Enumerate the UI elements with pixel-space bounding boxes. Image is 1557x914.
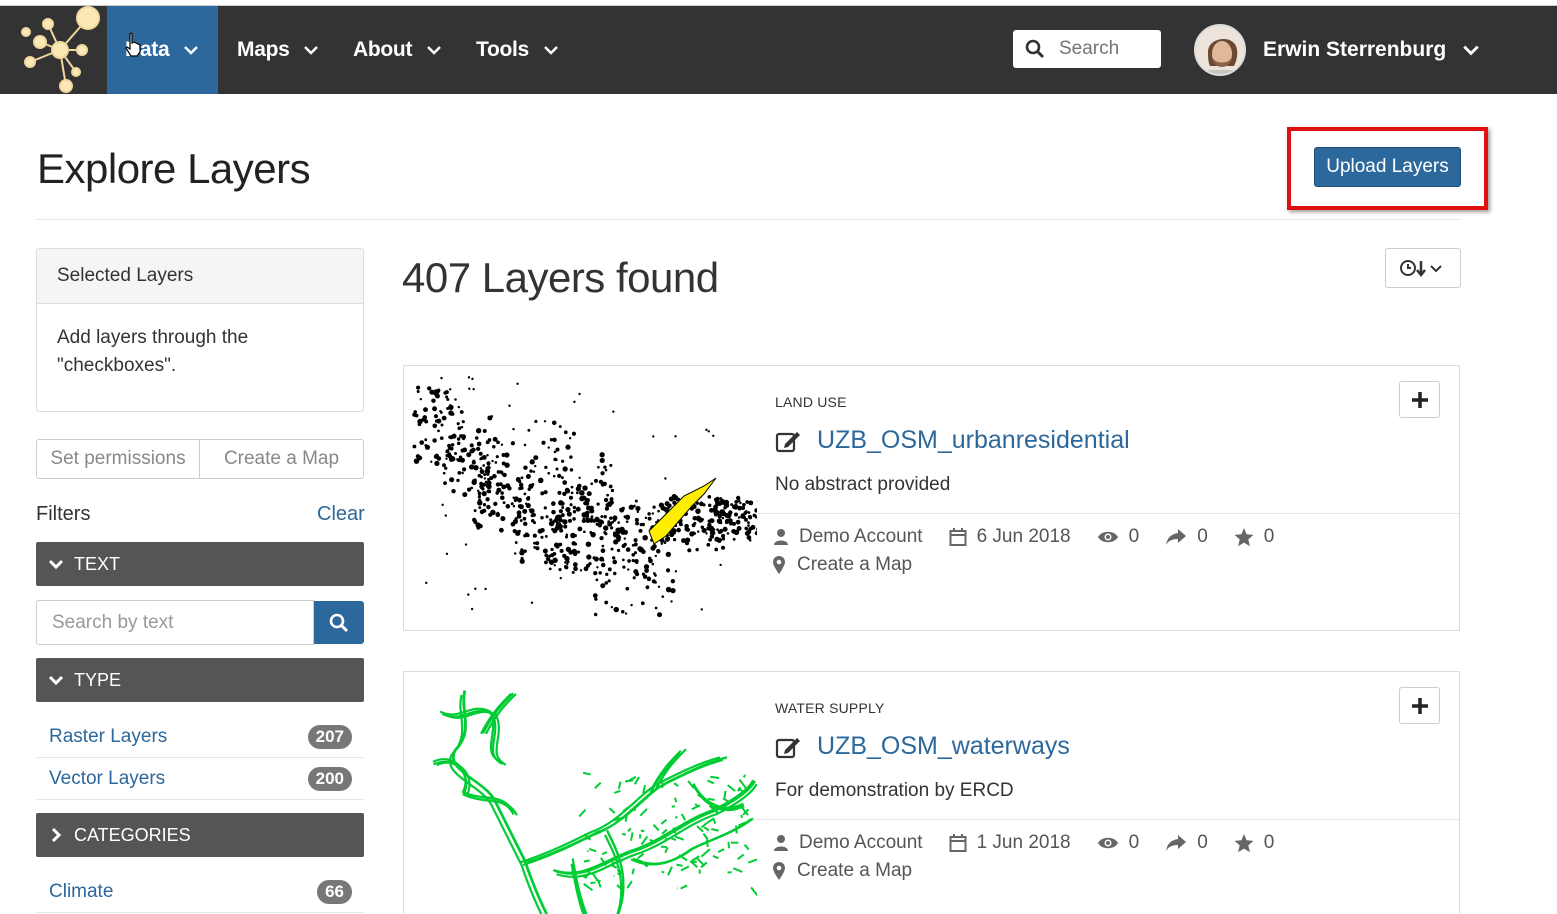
layer-shares: 0 xyxy=(1197,526,1208,547)
upload-layers-button[interactable]: Upload Layers xyxy=(1314,147,1461,187)
facet-text-label: TEXT xyxy=(74,553,121,574)
search-icon xyxy=(329,613,349,632)
facet-categories-toggle[interactable]: CATEGORIES xyxy=(36,813,364,857)
nav-tools-label: Tools xyxy=(476,38,529,61)
layer-abstract: For demonstration by ERCD xyxy=(775,780,1014,801)
create-map-button[interactable]: Create a Map xyxy=(200,439,364,479)
text-search-input[interactable] xyxy=(36,600,314,645)
facet-text-toggle[interactable]: TEXT xyxy=(36,542,364,586)
layer-category: LAND USE xyxy=(775,394,847,410)
layer-title-link[interactable]: UZB_OSM_urbanresidential xyxy=(817,426,1130,455)
sort-button[interactable] xyxy=(1385,248,1461,288)
layer-title-link[interactable]: UZB_OSM_waterways xyxy=(817,732,1070,761)
chevron-down-icon xyxy=(48,675,64,686)
layer-owner[interactable]: Demo Account xyxy=(799,832,923,854)
divider xyxy=(36,219,1461,220)
facet-item-label: Vector Layers xyxy=(49,767,166,789)
count-badge: 200 xyxy=(307,766,352,791)
nav-maps[interactable]: Maps xyxy=(237,6,319,94)
chevron-down-icon xyxy=(1463,45,1479,56)
layer-rating: 0 xyxy=(1263,526,1275,547)
type-vector-layers[interactable]: Vector Layers 200 xyxy=(36,758,364,800)
map-marker-icon xyxy=(773,862,785,880)
eye-icon xyxy=(1097,837,1118,849)
navbar-search[interactable] xyxy=(1013,30,1161,68)
count-badge: 66 xyxy=(317,879,352,904)
card-divider xyxy=(757,513,1459,514)
selected-layers-title: Selected Layers xyxy=(37,249,363,304)
edit-icon[interactable] xyxy=(775,429,801,453)
selection-actions: Set permissions Create a Map xyxy=(36,439,364,479)
add-to-selection-button[interactable] xyxy=(1399,381,1440,418)
layer-thumbnail[interactable] xyxy=(404,672,757,914)
layer-card: WATER SUPPLY UZB_OSM_waterways For demon… xyxy=(403,671,1460,914)
logo[interactable] xyxy=(18,6,104,94)
text-search xyxy=(36,600,364,645)
type-raster-layers[interactable]: Raster Layers 207 xyxy=(36,716,364,758)
user-menu[interactable]: Erwin Sterrenburg xyxy=(1263,6,1480,94)
page-title: Explore Layers xyxy=(37,145,311,192)
chevron-right-icon xyxy=(51,827,62,843)
layer-owner[interactable]: Demo Account xyxy=(799,526,923,548)
clear-filters-link[interactable]: Clear xyxy=(317,503,365,526)
facet-categories-label: CATEGORIES xyxy=(74,824,191,845)
layer-abstract: No abstract provided xyxy=(775,474,951,495)
results-count: 407 Layers found xyxy=(402,254,719,301)
chevron-down-icon xyxy=(544,46,558,55)
chevron-down-icon xyxy=(427,46,442,55)
text-search-button[interactable] xyxy=(314,601,364,644)
clock-sort-icon xyxy=(1400,260,1442,278)
layer-card: LAND USE UZB_OSM_urbanresidential No abs… xyxy=(403,365,1460,631)
count-badge: 207 xyxy=(307,724,352,749)
facet-type-toggle[interactable]: TYPE xyxy=(36,658,364,702)
facet-type-label: TYPE xyxy=(74,669,122,690)
calendar-icon xyxy=(949,834,967,852)
create-map-link[interactable]: Create a Map xyxy=(797,554,912,576)
create-map-link[interactable]: Create a Map xyxy=(797,860,912,882)
chevron-down-icon xyxy=(304,46,319,55)
add-to-selection-button[interactable] xyxy=(1399,687,1440,724)
layer-shares: 0 xyxy=(1197,832,1208,853)
mouse-cursor-icon xyxy=(125,32,141,57)
navbar-search-input[interactable] xyxy=(1059,38,1159,60)
plus-icon xyxy=(1411,697,1428,714)
layer-thumbnail[interactable] xyxy=(404,366,757,630)
nav-maps-label: Maps xyxy=(237,38,290,61)
facet-item-label: Raster Layers xyxy=(49,725,168,747)
share-icon xyxy=(1166,835,1187,851)
plus-icon xyxy=(1411,391,1428,408)
selected-layers-panel: Selected Layers Add layers through the "… xyxy=(36,248,364,412)
nav-tools[interactable]: Tools xyxy=(476,6,559,94)
layer-date: 6 Jun 2018 xyxy=(976,526,1071,547)
layer-views: 0 xyxy=(1128,832,1140,853)
layer-rating: 0 xyxy=(1263,832,1275,853)
navbar: Data Maps About Tools Erwin Sterrenburg xyxy=(0,6,1557,94)
nav-about[interactable]: About xyxy=(353,6,442,94)
layer-date: 1 Jun 2018 xyxy=(976,832,1071,853)
filters-label: Filters xyxy=(36,503,91,525)
layer-views: 0 xyxy=(1128,526,1140,547)
star-icon xyxy=(1234,833,1254,852)
avatar[interactable] xyxy=(1194,24,1246,76)
star-icon xyxy=(1234,527,1254,546)
calendar-icon xyxy=(949,528,967,546)
search-icon xyxy=(1025,39,1045,59)
category-climate[interactable]: Climate 66 xyxy=(36,871,364,913)
set-permissions-button[interactable]: Set permissions xyxy=(36,439,200,479)
user-name: Erwin Sterrenburg xyxy=(1263,38,1447,61)
eye-icon xyxy=(1097,531,1118,543)
selected-layers-hint: Add layers through the "checkboxes". xyxy=(57,327,249,376)
facet-item-label: Climate xyxy=(49,880,114,902)
edit-icon[interactable] xyxy=(775,735,801,759)
chevron-down-icon xyxy=(184,46,199,55)
share-icon xyxy=(1166,529,1187,545)
layer-category: WATER SUPPLY xyxy=(775,700,885,716)
card-divider xyxy=(757,819,1459,820)
chevron-down-icon xyxy=(48,559,64,570)
nav-about-label: About xyxy=(353,38,413,61)
map-marker-icon xyxy=(773,556,785,574)
user-icon xyxy=(774,835,788,851)
user-icon xyxy=(774,529,788,545)
